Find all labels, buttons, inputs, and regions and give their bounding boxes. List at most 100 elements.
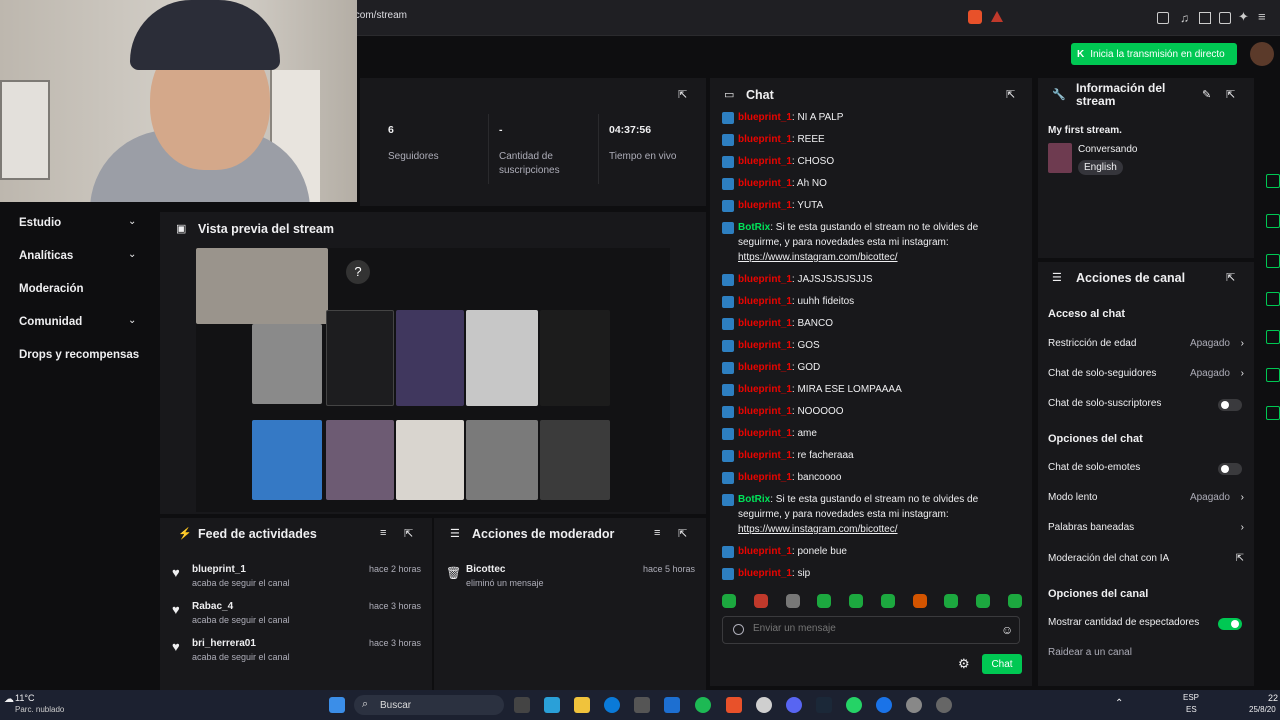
emote-icon[interactable] <box>912 594 927 608</box>
subs-only-toggle[interactable] <box>1218 399 1242 411</box>
clock-time[interactable]: 22 <box>1268 693 1278 703</box>
chat-username[interactable]: blueprint_1 <box>738 472 792 483</box>
edit-pencil-icon[interactable]: ✎ <box>1202 88 1211 101</box>
edge-icon[interactable] <box>604 697 620 713</box>
chat-send-button[interactable]: Chat <box>982 654 1022 674</box>
chat-username[interactable]: blueprint_1 <box>738 428 792 439</box>
extensions-icon[interactable] <box>1157 12 1169 24</box>
chat-username[interactable]: blueprint_1 <box>738 406 792 417</box>
sidebar-item-estudio[interactable]: Estudio <box>19 217 61 229</box>
emote-icon[interactable] <box>785 594 800 608</box>
chat-link[interactable]: https://www.instagram.com/bicottec/ <box>738 524 898 535</box>
weather-temp[interactable]: 11°C <box>15 693 34 703</box>
chevron-down-icon[interactable]: ⌄ <box>128 216 136 227</box>
emotes-only-toggle[interactable] <box>1218 463 1242 475</box>
chat-username[interactable]: blueprint_1 <box>738 340 792 351</box>
folder-icon[interactable] <box>574 697 590 713</box>
steam-icon[interactable] <box>816 697 832 713</box>
sidebar-item-drops[interactable]: Drops y recompensas <box>19 349 139 361</box>
banned-words-row[interactable]: Palabras baneadas › <box>1048 522 1244 538</box>
emote-icon[interactable] <box>976 594 991 608</box>
brave-icon[interactable] <box>726 697 742 713</box>
tray-chevron-icon[interactable]: ⌃ <box>1115 698 1123 709</box>
settings-icon[interactable] <box>906 697 922 713</box>
chat-link[interactable]: https://www.instagram.com/bicottec/ <box>738 252 898 263</box>
chat-username[interactable]: blueprint_1 <box>738 178 792 189</box>
popout-icon[interactable]: ⇱ <box>404 527 413 540</box>
leo-icon[interactable]: ✦ <box>1238 9 1249 25</box>
language-indicator[interactable]: ESP <box>1183 693 1199 702</box>
feed-user[interactable]: Rabac_4 <box>192 601 290 612</box>
category-name[interactable]: Conversando <box>1078 144 1137 155</box>
popout-icon[interactable]: ⇱ <box>1006 88 1015 101</box>
chat-username[interactable]: blueprint_1 <box>738 134 792 145</box>
sidebar-item-analiticas[interactable]: Analíticas <box>19 250 73 262</box>
rail-icon[interactable] <box>1266 330 1280 344</box>
go-live-button[interactable]: K Inicia la transmisión en directo <box>1071 43 1237 65</box>
address-bar[interactable]: .com/stream <box>352 10 407 21</box>
rail-icon[interactable] <box>1266 214 1280 228</box>
emote-icon[interactable] <box>849 594 864 608</box>
outlook-icon[interactable] <box>664 697 680 713</box>
chat-username[interactable]: BotRix <box>738 222 770 233</box>
followers-only-row[interactable]: Chat de solo-seguidores Apagado › <box>1048 368 1244 384</box>
brave-shield-icon[interactable] <box>968 10 982 24</box>
sidebar-icon[interactable] <box>1199 12 1211 24</box>
music-icon[interactable]: ♫ <box>1180 11 1189 25</box>
chat-username[interactable]: blueprint_1 <box>738 384 792 395</box>
filter-icon[interactable]: ≡ <box>380 527 386 539</box>
whatsapp-icon[interactable] <box>846 697 862 713</box>
chat-username[interactable]: blueprint_1 <box>738 568 792 579</box>
chat-input-box[interactable]: ☺ <box>722 616 1020 644</box>
store-icon[interactable] <box>634 697 650 713</box>
chat-username[interactable]: blueprint_1 <box>738 112 792 123</box>
show-viewers-toggle[interactable] <box>1218 618 1242 630</box>
chat-username[interactable]: blueprint_1 <box>738 450 792 461</box>
spotify-icon[interactable] <box>695 697 711 713</box>
mod-user[interactable]: Bicottec <box>466 564 544 575</box>
age-restriction-row[interactable]: Restricción de edad Apagado › <box>1048 338 1244 354</box>
chat-username[interactable]: blueprint_1 <box>738 546 792 557</box>
obs-icon[interactable] <box>936 697 952 713</box>
chat-username[interactable]: blueprint_1 <box>738 296 792 307</box>
rail-icon[interactable] <box>1266 292 1280 306</box>
ai-moderation-row[interactable]: Moderación del chat con IA ⇱ <box>1048 553 1244 569</box>
stream-preview-video[interactable]: ? <box>196 248 670 512</box>
emote-icon[interactable] <box>817 594 832 608</box>
slow-mode-row[interactable]: Modo lento Apagado › <box>1048 492 1244 508</box>
chat-username[interactable]: blueprint_1 <box>738 318 792 329</box>
popout-icon[interactable]: ⇱ <box>1226 271 1235 284</box>
user-avatar[interactable] <box>1250 42 1274 66</box>
emoji-icon[interactable]: ☺ <box>1001 623 1013 637</box>
emote-icon[interactable] <box>722 594 736 608</box>
rewards-icon[interactable] <box>991 11 1003 22</box>
chat-input[interactable] <box>753 623 993 634</box>
rail-icon[interactable] <box>1266 406 1280 420</box>
chat-username[interactable]: blueprint_1 <box>738 156 792 167</box>
chatgpt-icon[interactable] <box>756 697 772 713</box>
raid-row[interactable]: Raidear a un canal <box>1048 647 1244 663</box>
chat-username[interactable]: BotRix <box>738 494 770 505</box>
feed-user[interactable]: bri_herrera01 <box>192 638 290 649</box>
task-view-icon[interactable] <box>514 697 530 713</box>
app-icon[interactable] <box>876 697 892 713</box>
menu-icon[interactable]: ≡ <box>1258 9 1266 24</box>
popout-icon[interactable]: ⇱ <box>678 527 687 540</box>
chat-username[interactable]: blueprint_1 <box>738 274 792 285</box>
rail-icon[interactable] <box>1266 368 1280 382</box>
emote-icon[interactable] <box>753 594 768 608</box>
emote-icon[interactable] <box>944 594 959 608</box>
sidebar-item-moderacion[interactable]: Moderación <box>19 283 84 295</box>
app-icon[interactable] <box>544 697 560 713</box>
rail-icon[interactable] <box>1266 254 1280 268</box>
chevron-down-icon[interactable]: ⌄ <box>128 315 136 326</box>
emote-icon[interactable] <box>880 594 895 608</box>
feed-user[interactable]: blueprint_1 <box>192 564 290 575</box>
emote-icon[interactable] <box>1007 594 1022 608</box>
language-tag[interactable]: English <box>1078 160 1123 175</box>
filter-icon[interactable]: ≡ <box>654 527 660 539</box>
chat-username[interactable]: blueprint_1 <box>738 362 792 373</box>
discord-icon[interactable] <box>786 697 802 713</box>
emote-picker-icon[interactable] <box>733 624 744 635</box>
popout-icon[interactable]: ⇱ <box>678 88 687 101</box>
